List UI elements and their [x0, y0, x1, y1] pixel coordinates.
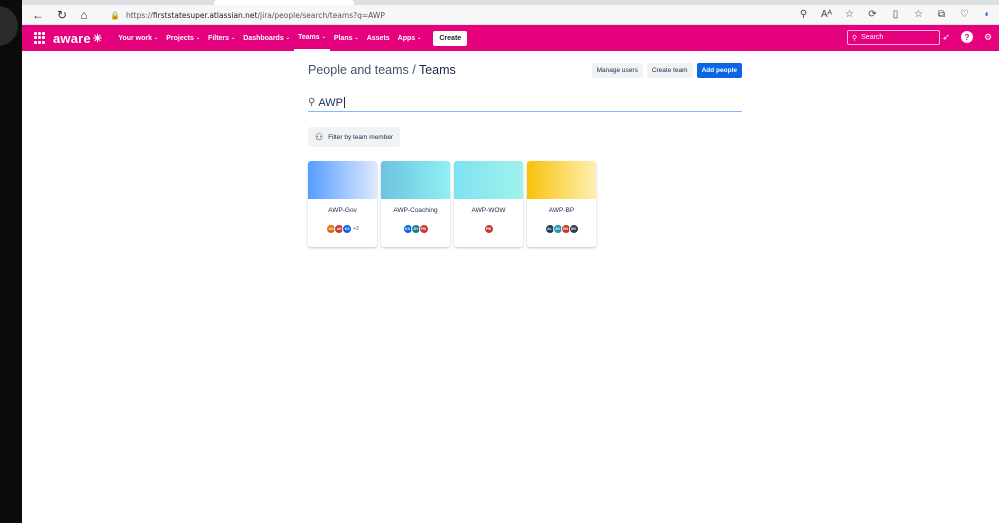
back-icon[interactable]: ← [28, 5, 48, 25]
refresh-icon[interactable]: ↻ [52, 5, 72, 25]
search-placeholder: Search [861, 34, 884, 41]
team-card[interactable]: AWP-BP AL JG EN SG [527, 161, 596, 247]
nav-icon-group: ➶ ? ⚙ [940, 31, 994, 43]
avatar[interactable]: KS [342, 224, 353, 234]
desktop-orb [0, 6, 18, 46]
page-title: People and teams / Teams [308, 63, 456, 77]
create-team-button[interactable]: Create team [646, 62, 693, 78]
nav-menu-label: Dashboards [243, 34, 284, 42]
page-header: People and teams / Teams Manage users Cr… [308, 60, 742, 80]
extensions-icon[interactable]: ⟳ [865, 7, 880, 22]
team-card-banner [308, 161, 377, 199]
home-icon[interactable]: ⌂ [74, 5, 94, 25]
url-path: /jira/people/search/teams?q=AWP [257, 10, 385, 20]
team-cards: AWP-Gov DD AK KS +3 AWP-Coaching KS JH PB AWP-WOW… [308, 161, 742, 247]
team-card-banner [454, 161, 523, 199]
search-icon: ⚲ [308, 97, 316, 108]
team-name: AWP-WOW [471, 207, 506, 214]
avatar[interactable]: SG [568, 224, 579, 234]
url-field[interactable]: 🔒 https://firststatesuper.atlassian.net /… [110, 8, 385, 22]
chevron-down-icon: ⌄ [285, 35, 290, 41]
split-screen-icon[interactable]: ▯ [888, 7, 903, 22]
nav-menu-your-work[interactable]: Your work ⌄ [114, 25, 162, 51]
zoom-icon[interactable]: ⚲ [796, 7, 811, 22]
team-member-avatars: DD AK KS +3 [308, 224, 377, 234]
nav-menu-assets[interactable]: Assets [363, 25, 394, 51]
nav-menu-label: Filters [208, 34, 230, 42]
filter-label: Filter by team member [328, 133, 394, 141]
nav-menu-label: Your work [118, 34, 153, 42]
lock-icon: 🔒 [110, 10, 120, 20]
url-prefix: https:// [125, 10, 153, 20]
chevron-down-icon: ⌄ [354, 35, 359, 41]
team-name: AWP-BP [548, 207, 575, 214]
breadcrumb-separator: / [408, 63, 419, 77]
nav-menu-label: Projects [166, 34, 194, 42]
manage-users-button[interactable]: Manage users [591, 62, 643, 78]
chevron-down-icon: ⌄ [417, 35, 422, 41]
team-card[interactable]: AWP-Coaching KS JH PB [381, 161, 450, 247]
nav-menu-projects[interactable]: Projects ⌄ [162, 25, 204, 51]
help-icon[interactable]: ? [961, 31, 973, 43]
chevron-down-icon: ⌄ [195, 35, 201, 41]
filter-by-team-member-button[interactable]: ⚇ Filter by team member [308, 127, 401, 147]
nav-menu-teams[interactable]: Teams ⌄ [293, 25, 330, 51]
browser-window: ← ↻ ⌂ 🔒 https://firststatesuper.atlassia… [22, 0, 999, 523]
people-group-icon: ⚇ [315, 131, 324, 142]
team-member-avatars: KS JH PB [381, 224, 450, 234]
nav-menu-dashboards[interactable]: Dashboards ⌄ [239, 25, 294, 51]
feedback-icon[interactable]: ♡ [957, 7, 972, 22]
text-caret [343, 97, 345, 108]
team-card[interactable]: AWP-WOW PB [454, 161, 523, 247]
nav-menu-label: Teams [297, 33, 320, 41]
logo-text: aware [53, 30, 91, 46]
chevron-down-icon: ⌄ [231, 35, 236, 41]
app-switcher-icon[interactable] [34, 32, 46, 44]
team-card-banner [381, 161, 450, 199]
desktop-edge [0, 0, 22, 523]
team-search-input[interactable]: ⚲ AWP [308, 94, 742, 112]
nav-menu-label: Apps [397, 34, 416, 42]
copilot-icon[interactable]: ◐ [980, 7, 995, 22]
screen: ← ↻ ⌂ 🔒 https://firststatesuper.atlassia… [0, 0, 999, 523]
url-host: firststatesuper.atlassian.net [152, 10, 258, 20]
team-card-banner [527, 161, 596, 199]
nav-menu-label: Assets [366, 34, 390, 42]
team-card[interactable]: AWP-Gov DD AK KS +3 [308, 161, 377, 247]
address-bar: ← ↻ ⌂ 🔒 https://firststatesuper.atlassia… [22, 5, 999, 25]
read-aloud-icon[interactable]: Aᴬ [819, 7, 834, 22]
breadcrumb-current: Teams [418, 63, 456, 77]
browser-toolbar: ⚲ Aᴬ ☆ ⟳ ▯ ☆ ⧉ ♡ ◐ [796, 7, 995, 22]
favorites-icon[interactable]: ☆ [911, 7, 926, 22]
chevron-down-icon: ⌄ [154, 35, 159, 41]
notifications-rocket-icon[interactable]: ➶ [940, 31, 952, 43]
nav-menu-apps[interactable]: Apps ⌄ [394, 25, 426, 51]
search-icon: ⚲ [852, 34, 858, 42]
search-value: AWP [318, 96, 343, 109]
settings-gear-icon[interactable]: ⚙ [982, 31, 994, 43]
nav-menu-plans[interactable]: Plans ⌄ [330, 25, 363, 51]
team-member-avatars: PB [454, 224, 523, 234]
avatar[interactable]: PB [418, 224, 429, 234]
add-people-button[interactable]: Add people [696, 62, 742, 78]
team-member-avatars: AL JG EN SG [527, 224, 596, 234]
create-button[interactable]: Create [433, 30, 468, 46]
header-actions: Manage users Create team Add people [591, 62, 742, 78]
jira-top-nav: aware ✳ Your work ⌄ Projects ⌄ Filters ⌄ Dashbo… [22, 25, 999, 51]
global-search-input[interactable]: ⚲ Search [847, 30, 940, 45]
nav-menu-filters[interactable]: Filters ⌄ [204, 25, 239, 51]
avatar[interactable]: PB [483, 224, 494, 234]
aware-logo[interactable]: aware ✳ [53, 31, 102, 46]
page-content: People and teams / Teams Manage users Cr… [308, 60, 742, 247]
chevron-down-icon: ⌄ [321, 34, 326, 40]
favorite-star-icon[interactable]: ☆ [842, 7, 857, 22]
logo-star-icon: ✳ [92, 32, 103, 45]
more-members-count: +3 [353, 226, 359, 232]
team-name: AWP-Gov [328, 207, 357, 214]
collections-icon[interactable]: ⧉ [934, 7, 949, 22]
main-menu: Your work ⌄ Projects ⌄ Filters ⌄ Dashboards ⌄ Te… [114, 25, 425, 51]
team-name: AWP-Coaching [393, 207, 438, 214]
breadcrumb-parent[interactable]: People and teams [308, 63, 409, 77]
nav-menu-label: Plans [333, 34, 353, 42]
